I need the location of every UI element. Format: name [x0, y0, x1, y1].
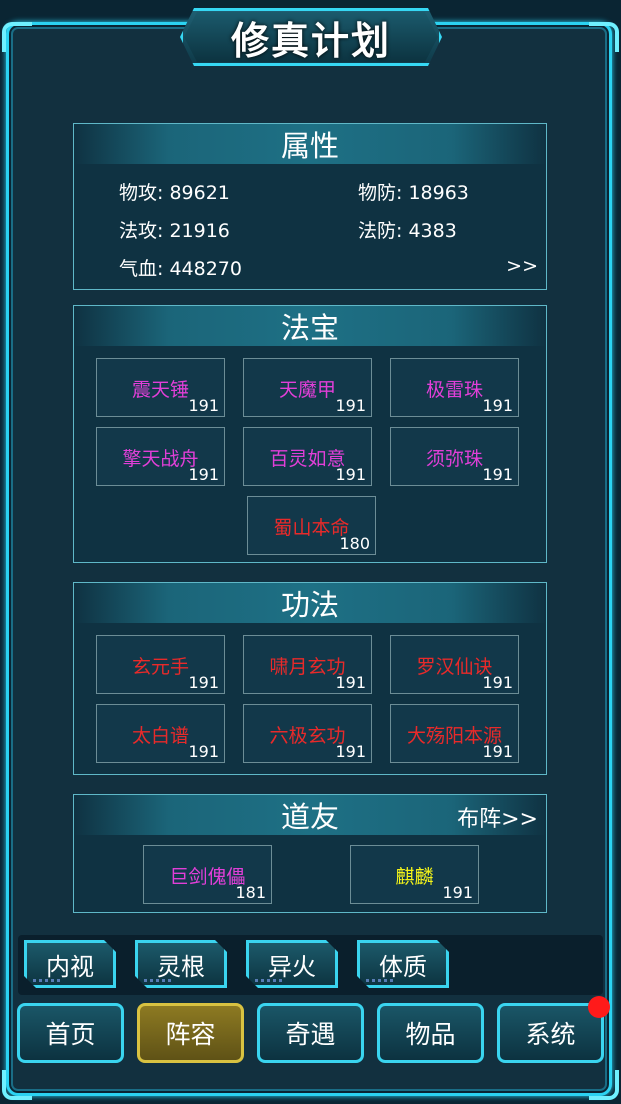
attributes-panel: 属性 物攻: 89621 物防: 18963 法攻: 21916 法防: 438… [73, 123, 547, 290]
page-title: 修真计划 [184, 12, 438, 62]
treasure-level: 191 [335, 465, 366, 484]
treasure-level: 180 [339, 534, 370, 553]
tab-physique[interactable]: 体质 [357, 940, 449, 988]
skill-slot[interactable]: 罗汉仙诀 191 [390, 635, 519, 694]
treasures-panel: 法宝 震天锤 191 天魔甲 191 极雷珠 191 擎天战舟 191 百灵如意 191 须弥珠 19… [73, 305, 547, 563]
companion-slot[interactable]: 麒麟 191 [350, 845, 479, 904]
skill-level: 191 [188, 742, 219, 761]
skills-heading: 功法 [74, 583, 546, 623]
treasures-heading: 法宝 [74, 306, 546, 346]
treasure-slot[interactable]: 震天锤 191 [96, 358, 225, 417]
frame-corner-decoration [2, 1070, 32, 1100]
phys-def-stat: 物防: 18963 [358, 182, 469, 204]
skill-slot[interactable]: 玄元手 191 [96, 635, 225, 694]
skill-level: 191 [188, 673, 219, 692]
treasure-level: 191 [482, 396, 513, 415]
companions-title: 道友 [280, 800, 339, 834]
companion-level: 181 [235, 883, 266, 902]
hp-stat: 气血: 448270 [119, 258, 242, 280]
treasure-level: 191 [188, 396, 219, 415]
tab-inner-view[interactable]: 内视 [24, 940, 116, 988]
treasure-slot[interactable]: 极雷珠 191 [390, 358, 519, 417]
companions-heading: 道友 布阵>> [74, 795, 546, 835]
nav-items-button[interactable]: 物品 [377, 1003, 484, 1063]
skill-slot[interactable]: 啸月玄功 191 [243, 635, 372, 694]
companion-slot[interactable]: 巨剑傀儡 181 [143, 845, 272, 904]
treasure-level: 191 [188, 465, 219, 484]
treasure-slot[interactable]: 百灵如意 191 [243, 427, 372, 486]
frame-corner-decoration [2, 22, 32, 52]
magic-def-stat: 法防: 4383 [358, 220, 457, 242]
companion-level: 191 [442, 883, 473, 902]
formation-link[interactable]: 布阵>> [457, 801, 538, 833]
skill-slot[interactable]: 太白谱 191 [96, 704, 225, 763]
skill-slot[interactable]: 六极玄功 191 [243, 704, 372, 763]
nav-system-button[interactable]: 系统 [497, 1003, 604, 1063]
treasure-slot[interactable]: 天魔甲 191 [243, 358, 372, 417]
tab-spirit-root[interactable]: 灵根 [135, 940, 227, 988]
treasure-level: 191 [482, 465, 513, 484]
attributes-heading: 属性 [74, 124, 546, 164]
phys-atk-stat: 物攻: 89621 [119, 182, 230, 204]
skills-panel: 功法 玄元手 191 啸月玄功 191 罗汉仙诀 191 太白谱 191 六极玄功 191 大殇阳本… [73, 582, 547, 775]
notification-dot [588, 996, 610, 1018]
nav-lineup-button[interactable]: 阵容 [137, 1003, 244, 1063]
magic-atk-stat: 法攻: 21916 [119, 220, 230, 242]
skill-level: 191 [335, 742, 366, 761]
frame-corner-decoration [589, 22, 619, 52]
attributes-more-link[interactable]: >> [506, 255, 538, 277]
skill-slot[interactable]: 大殇阳本源 191 [390, 704, 519, 763]
tab-strange-fire[interactable]: 异火 [246, 940, 338, 988]
treasure-slot[interactable]: 蜀山本命 180 [247, 496, 376, 555]
nav-adventure-button[interactable]: 奇遇 [257, 1003, 364, 1063]
treasure-slot[interactable]: 擎天战舟 191 [96, 427, 225, 486]
treasure-level: 191 [335, 396, 366, 415]
companions-panel: 道友 布阵>> 巨剑傀儡 181 麒麟 191 [73, 794, 547, 913]
treasure-slot[interactable]: 须弥珠 191 [390, 427, 519, 486]
nav-home-button[interactable]: 首页 [17, 1003, 124, 1063]
skill-level: 191 [482, 742, 513, 761]
skill-level: 191 [482, 673, 513, 692]
skill-level: 191 [335, 673, 366, 692]
frame-corner-decoration [589, 1070, 619, 1100]
